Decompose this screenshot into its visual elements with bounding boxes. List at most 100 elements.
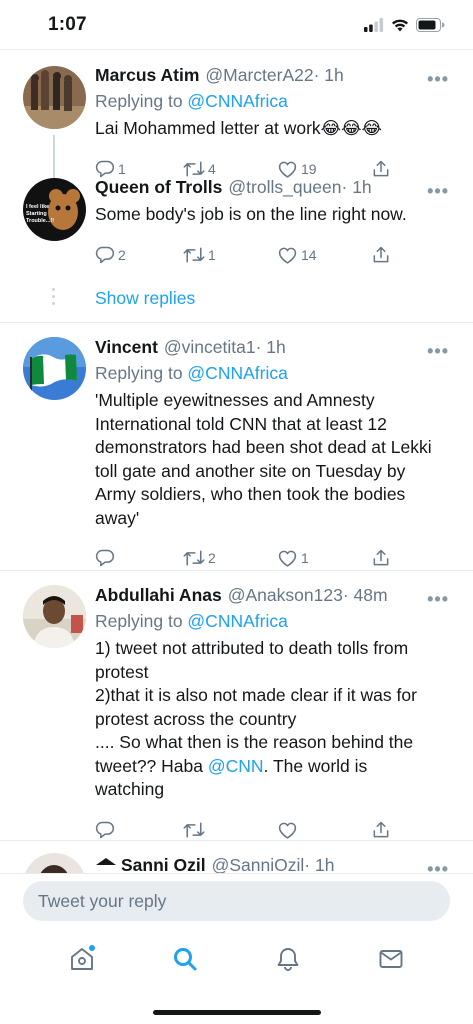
more-options-icon[interactable]: •••: [427, 181, 449, 202]
author-name[interactable]: Vincent: [95, 335, 158, 359]
reply-count: 2: [118, 246, 126, 263]
diamond-icon: [96, 858, 116, 865]
tweet-text: 1) tweet not attributed to death tolls f…: [95, 637, 457, 802]
tweet-actions: 2 1 14: [95, 233, 457, 277]
replies-feed[interactable]: ••• Marcus Atim @MarcterA22 · 1h Replyin…: [0, 51, 473, 873]
thread-dots: [52, 288, 55, 305]
retweet-button[interactable]: 2: [183, 548, 277, 568]
replying-prefix: Replying to: [95, 91, 188, 111]
tweet-text-line: 2)that it is also not made clear if it w…: [95, 685, 417, 729]
show-replies-label[interactable]: Show replies: [95, 288, 195, 309]
tab-notifications[interactable]: [268, 939, 308, 979]
tweet-text: Some body's job is on the line right now…: [95, 204, 407, 224]
share-button[interactable]: [371, 245, 391, 265]
tab-home[interactable]: [62, 939, 102, 979]
reply-button[interactable]: [95, 548, 183, 568]
like-count: 1: [301, 550, 309, 566]
new-content-dot: [88, 945, 95, 951]
more-options-icon[interactable]: •••: [427, 589, 449, 610]
replying-to-link[interactable]: @CNNAfrica: [187, 91, 287, 111]
author-handle[interactable]: @SanniOzil: [212, 853, 305, 873]
more-options-icon[interactable]: •••: [427, 341, 449, 362]
author-handle[interactable]: @MarcterA22: [205, 63, 313, 87]
retweet-button[interactable]: 1: [183, 245, 277, 265]
reply-icon: [95, 821, 115, 838]
author-name[interactable]: Marcus Atim: [95, 63, 199, 87]
share-icon: [373, 821, 389, 837]
like-button[interactable]: 14: [277, 245, 371, 265]
share-button[interactable]: [371, 548, 391, 568]
tweet-header: Queen of Trolls @trolls_queen · 1h: [95, 175, 457, 199]
show-replies-link[interactable]: Show replies: [0, 275, 473, 323]
tweet-time: · 1h: [255, 337, 286, 357]
bottom-tab-bar: [0, 930, 473, 988]
author-name[interactable]: Abdullahi Anas: [95, 583, 222, 607]
more-options-icon[interactable]: •••: [427, 859, 449, 873]
tweet[interactable]: ••• Vincent @vincetita1 · 1h Replying to…: [0, 323, 473, 571]
share-icon: [373, 246, 389, 262]
tweet[interactable]: ••• Marcus Atim @MarcterA22 · 1h Replyin…: [0, 51, 473, 179]
heart-icon: [278, 247, 297, 264]
like-button[interactable]: [277, 820, 371, 840]
share-button[interactable]: [371, 820, 391, 840]
more-options-icon[interactable]: •••: [427, 69, 449, 90]
svg-text:I feel like: I feel like: [26, 204, 49, 210]
author-handle[interactable]: @vincetita1: [164, 335, 256, 359]
reply-button[interactable]: [95, 820, 183, 840]
avatar[interactable]: [23, 853, 86, 873]
tweet-header: Sanni Ozil @SanniOzil · 1h: [95, 853, 457, 873]
retweet-button[interactable]: [183, 820, 277, 840]
heart-icon: [278, 822, 297, 839]
tweet-header: Vincent @vincetita1 · 1h: [95, 335, 457, 359]
signal-icon: [364, 17, 384, 32]
replying-to-link[interactable]: @CNNAfrica: [187, 611, 287, 631]
replying-prefix: Replying to: [95, 611, 188, 631]
retweet-icon: [183, 550, 205, 566]
reply-icon: [95, 549, 115, 567]
replying-to-link[interactable]: @CNNAfrica: [187, 363, 287, 383]
reply-composer: [0, 873, 473, 929]
retweet-count: 2: [208, 550, 216, 566]
status-icons: [364, 17, 445, 32]
author-handle[interactable]: @trolls_queen: [228, 175, 341, 199]
tweet-header: Marcus Atim @MarcterA22 · 1h: [95, 63, 457, 87]
tab-search[interactable]: [165, 939, 205, 979]
tweet-time: · 1h: [341, 177, 372, 197]
tweet-text-line: 1) tweet not attributed to death tolls f…: [95, 638, 409, 682]
thread-line: [53, 171, 55, 177]
retweet-count: 1: [208, 246, 216, 263]
tweet[interactable]: I feel like Starting Trouble...!! ••• Qu…: [0, 171, 473, 275]
like-button[interactable]: 1: [277, 548, 371, 568]
avatar[interactable]: [23, 585, 86, 648]
svg-text:Trouble...!!: Trouble...!!: [26, 218, 54, 224]
heart-icon: [278, 550, 297, 567]
tweet-text: 'Multiple eyewitnesses and Amnesty Inter…: [95, 390, 432, 528]
avatar[interactable]: [23, 66, 86, 129]
retweet-icon: [183, 246, 205, 263]
tweet-header: Abdullahi Anas @Anakson123 · 48m: [95, 583, 457, 607]
mention-link[interactable]: @CNN: [208, 756, 264, 776]
battery-icon: [416, 17, 445, 32]
svg-text:Starting: Starting: [26, 211, 47, 217]
tweet-time: · 1h: [313, 65, 344, 85]
replying-prefix: Replying to: [95, 363, 188, 383]
tab-messages[interactable]: [371, 939, 411, 979]
avatar[interactable]: I feel like Starting Trouble...!!: [23, 178, 86, 241]
author-name[interactable]: Sanni Ozil: [121, 853, 206, 873]
bell-icon: [277, 948, 299, 971]
home-indicator[interactable]: [153, 1010, 321, 1015]
reply-input[interactable]: [23, 881, 450, 921]
replying-to: Replying to @CNNAfrica: [95, 609, 457, 633]
author-name[interactable]: Queen of Trolls: [95, 175, 222, 199]
tweet[interactable]: ••• Sanni Ozil @SanniOzil · 1h: [0, 841, 473, 873]
avatar[interactable]: [23, 337, 86, 400]
share-icon: [373, 549, 389, 566]
retweet-icon: [183, 821, 205, 838]
tweet[interactable]: ••• Abdullahi Anas @Anakson123 · 48m Rep…: [0, 571, 473, 841]
replying-to: Replying to @CNNAfrica: [95, 89, 457, 113]
status-bar: 1:07: [0, 0, 473, 50]
status-time: 1:07: [48, 13, 87, 35]
author-handle[interactable]: @Anakson123: [228, 583, 343, 607]
reply-button[interactable]: 2: [95, 245, 183, 265]
tweet-text: Lai Mohammed letter at work😂😂😂: [95, 118, 382, 138]
